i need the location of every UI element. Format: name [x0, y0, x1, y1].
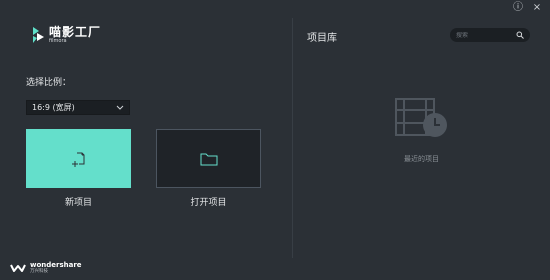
new-project-label: 新项目: [64, 198, 92, 208]
search-input[interactable]: [456, 31, 512, 39]
new-file-icon: [71, 152, 84, 167]
wondershare-logo-icon: [10, 264, 26, 273]
aspect-ratio-label: 选择比例：: [26, 78, 72, 88]
logo-subname: filmora: [49, 38, 67, 44]
brand-name: wondershare: [30, 261, 82, 269]
new-project-button[interactable]: [26, 129, 131, 188]
folder-icon: [200, 153, 217, 165]
filmora-logo-icon: [33, 27, 44, 43]
brand-subname: 万兴科技: [30, 269, 48, 274]
aspect-ratio-value: 16:9 (宽屏): [32, 103, 75, 112]
start-panel: 喵影工厂 filmora 选择比例： 16:9 (宽屏) 新项目 打开项目 wo…: [0, 0, 292, 280]
app-logo: 喵影工厂 filmora: [31, 26, 101, 44]
recent-projects-empty-text: 最近的项目: [404, 155, 439, 163]
project-library-panel: 项目库 最近的项目: [293, 0, 550, 280]
library-title: 项目库: [307, 33, 337, 44]
open-project-label: 打开项目: [190, 198, 227, 208]
aspect-ratio-select[interactable]: 16:9 (宽屏): [26, 100, 130, 115]
logo-name: 喵影工厂: [49, 25, 102, 39]
search-box[interactable]: [450, 28, 530, 42]
recent-projects-icon: [395, 98, 447, 137]
search-icon[interactable]: [516, 31, 524, 39]
start-window: ⓘ × 喵影工厂 filmora 选择比例： 16:9 (宽屏) 新项目 打开项…: [0, 0, 550, 280]
wondershare-brand: wondershare 万兴科技: [10, 262, 82, 275]
chevron-down-icon: [116, 105, 124, 110]
open-project-button[interactable]: [156, 129, 261, 188]
